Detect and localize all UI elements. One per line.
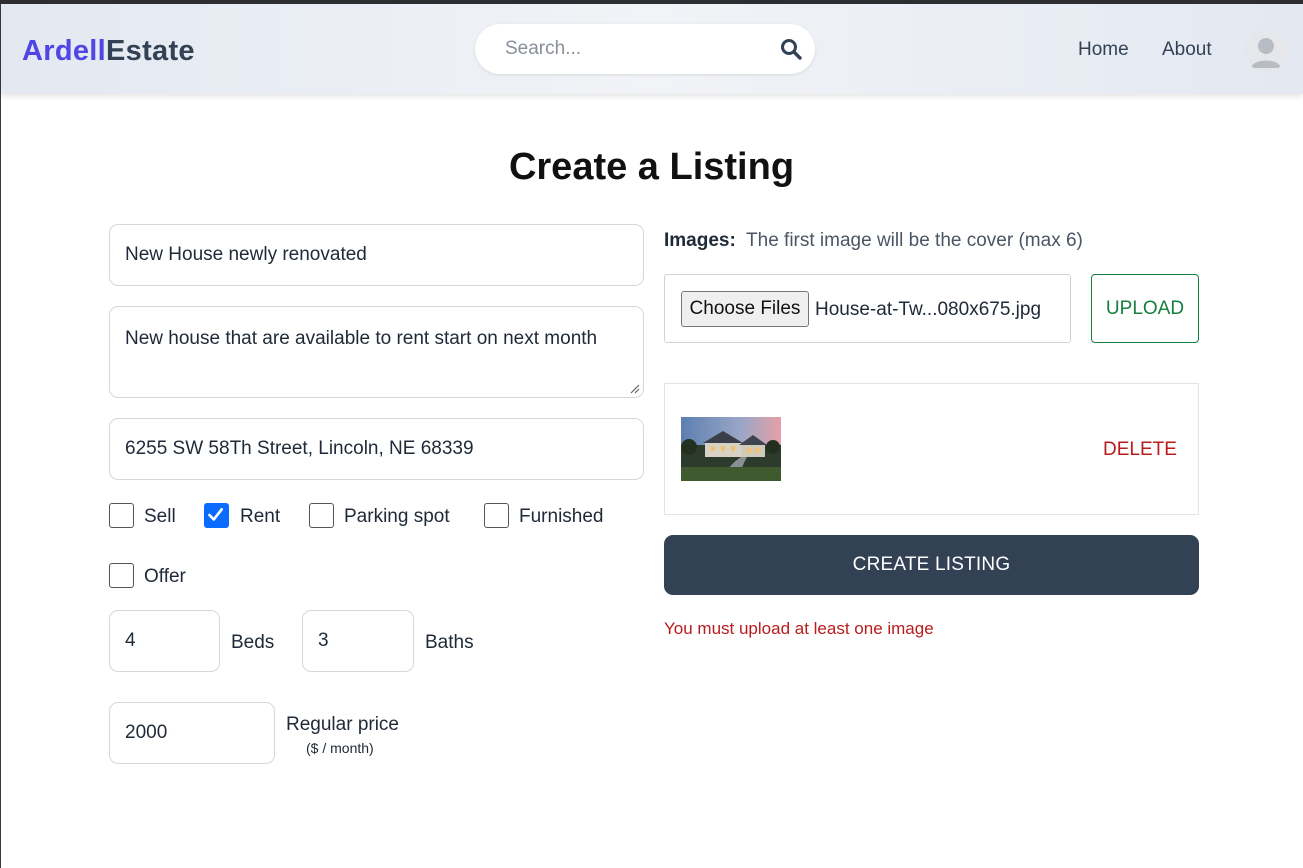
- listing-name-input[interactable]: [109, 224, 644, 286]
- baths-label: Baths: [425, 632, 474, 653]
- site-logo[interactable]: ArdellEstate: [22, 35, 195, 68]
- user-avatar[interactable]: [1245, 30, 1287, 72]
- search-bar: [475, 24, 815, 74]
- house-thumbnail: [681, 417, 781, 481]
- search-icon[interactable]: [779, 37, 803, 61]
- images-label: Images:: [664, 230, 736, 251]
- logo-text-ardell: Ardell: [22, 35, 106, 67]
- choose-files-button[interactable]: Choose Files: [681, 291, 809, 327]
- listing-address-input[interactable]: [109, 418, 644, 480]
- selected-file-name: House-at-Tw...080x675.jpg: [815, 299, 1042, 320]
- sell-checkbox-label: Sell: [144, 506, 176, 527]
- baths-input[interactable]: [302, 610, 414, 672]
- images-section-label: Images: The first image will be the cove…: [664, 230, 1083, 252]
- site-header: ArdellEstate Home About: [1, 4, 1303, 94]
- error-message: You must upload at least one image: [664, 619, 934, 638]
- regular-price-unit: ($ / month): [306, 740, 374, 756]
- offer-checkbox[interactable]: [109, 563, 134, 588]
- checkmark-icon: [208, 507, 224, 521]
- search-input[interactable]: [505, 37, 765, 61]
- delete-image-button[interactable]: DELETE: [1103, 439, 1177, 461]
- page-title: Create a Listing: [508, 146, 795, 188]
- offer-checkbox-label: Offer: [144, 566, 186, 587]
- listing-description-textarea[interactable]: New house that are available to rent sta…: [109, 306, 644, 398]
- regular-price-input[interactable]: [109, 702, 275, 764]
- user-avatar-icon: [1251, 38, 1281, 68]
- beds-input[interactable]: [109, 610, 220, 672]
- beds-label: Beds: [231, 632, 275, 653]
- rent-checkbox[interactable]: [204, 503, 229, 528]
- uploaded-image-item: DELETE: [664, 383, 1199, 515]
- parking-spot-checkbox[interactable]: [309, 503, 334, 528]
- house-image: [681, 417, 781, 481]
- furnished-checkbox[interactable]: [484, 503, 509, 528]
- upload-button[interactable]: UPLOAD: [1091, 274, 1199, 343]
- sell-checkbox[interactable]: [109, 503, 134, 528]
- nav-about-link[interactable]: About: [1162, 39, 1212, 61]
- nav-home-link[interactable]: Home: [1078, 39, 1129, 61]
- create-listing-button[interactable]: CREATE LISTING: [664, 535, 1199, 595]
- rent-checkbox-label: Rent: [240, 506, 281, 527]
- regular-price-label: Regular price: [286, 714, 399, 735]
- textarea-resize-handle-icon[interactable]: [630, 384, 640, 394]
- furnished-checkbox-label: Furnished: [519, 506, 604, 527]
- file-input: Choose Files House-at-Tw...080x675.jpg: [664, 274, 1071, 343]
- window-left-border: [0, 4, 1, 868]
- parking-spot-checkbox-label: Parking spot: [344, 506, 450, 527]
- images-hint: The first image will be the cover (max 6…: [746, 230, 1083, 251]
- logo-text-estate: Estate: [106, 35, 195, 67]
